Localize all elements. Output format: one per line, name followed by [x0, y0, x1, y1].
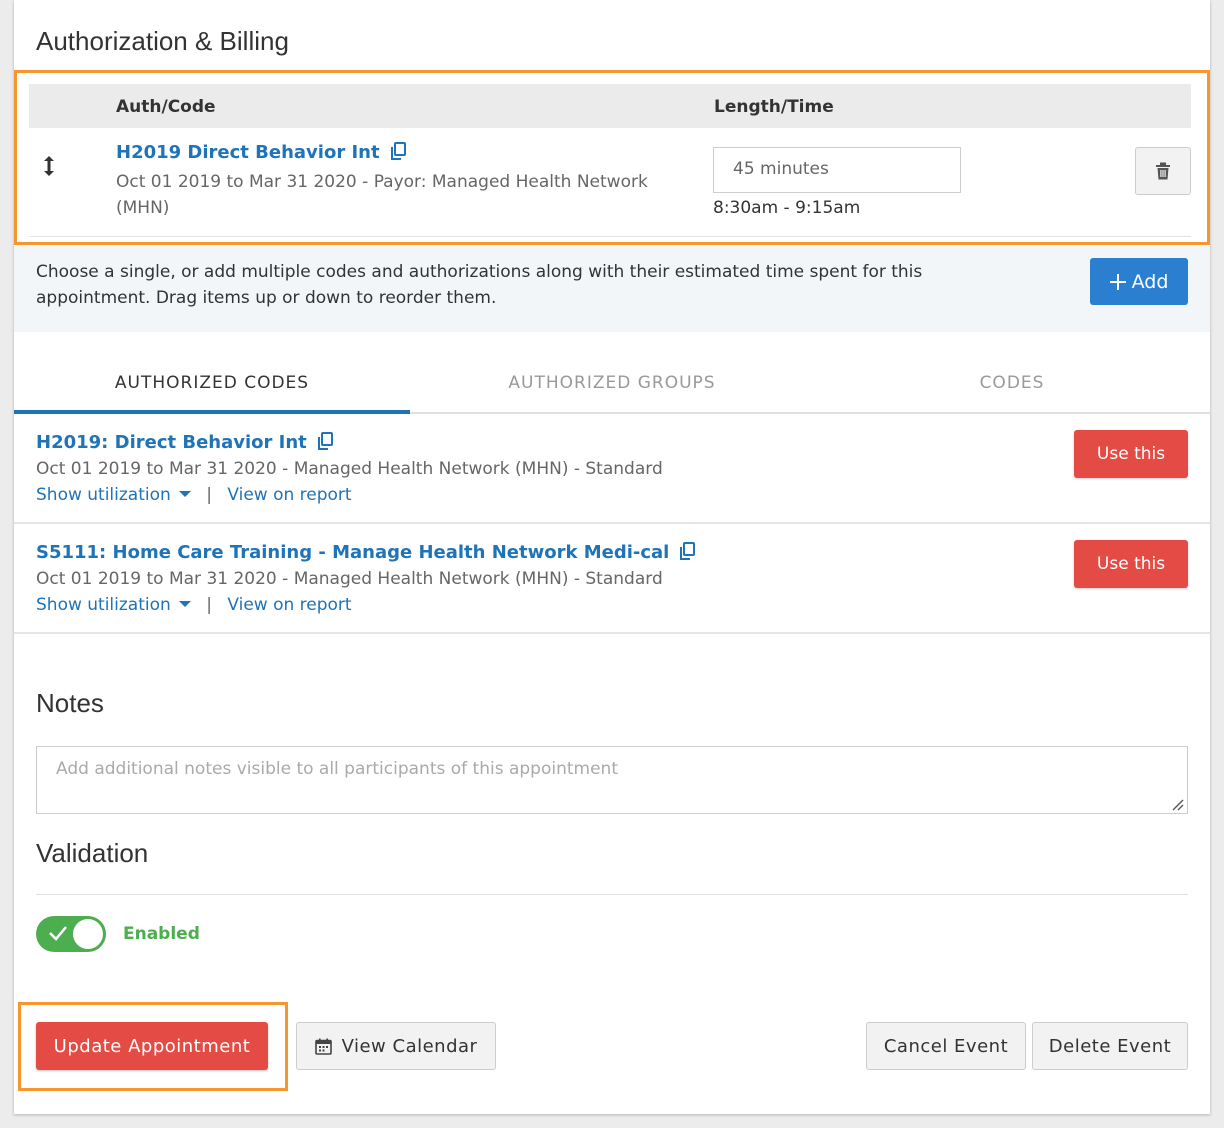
view-on-report-link[interactable]: View on report — [227, 485, 351, 505]
link-separator: | — [206, 595, 212, 615]
code-details: Oct 01 2019 to Mar 31 2020 - Managed Hea… — [36, 569, 663, 589]
section-title-auth-billing: Authorization & Billing — [36, 26, 289, 56]
tab-codes[interactable]: CODES — [814, 352, 1210, 414]
column-header-auth-code: Auth/Code — [116, 97, 216, 117]
section-title-validation: Validation — [36, 838, 149, 868]
calendar-icon — [314, 1038, 332, 1055]
view-on-report-link[interactable]: View on report — [227, 595, 351, 615]
validation-status-label: Enabled — [123, 924, 200, 944]
auth-table-highlight: Auth/Code Length/Time H2019 Direct Behav… — [14, 70, 1210, 245]
code-list-item: S5111: Home Care Training - Manage Healt… — [14, 526, 1210, 634]
auth-details: Oct 01 2019 to Mar 31 2020 - Payor: Mana… — [116, 172, 648, 192]
drag-handle-icon[interactable] — [43, 155, 55, 183]
copy-icon[interactable] — [390, 142, 406, 164]
time-range: 8:30am - 9:15am — [713, 198, 861, 218]
column-header-length-time: Length/Time — [714, 97, 834, 117]
validation-toggle[interactable] — [36, 916, 106, 952]
link-separator: | — [206, 485, 212, 505]
show-utilization-link[interactable]: Show utilization — [36, 485, 171, 505]
auth-hint-bar: Choose a single, or add multiple codes a… — [14, 246, 1210, 332]
length-input[interactable]: 45 minutes — [713, 147, 961, 193]
view-calendar-label: View Calendar — [341, 1035, 478, 1057]
code-tabs: AUTHORIZED CODES AUTHORIZED GROUPS CODES — [14, 352, 1210, 414]
plus-icon — [1109, 273, 1126, 290]
notes-textarea[interactable]: Add additional notes visible to all part… — [36, 746, 1188, 814]
delete-auth-button[interactable] — [1135, 147, 1191, 195]
auth-row[interactable]: H2019 Direct Behavior Int Oct 01 2019 to… — [29, 128, 1191, 237]
appointment-card: Authorization & Billing Auth/Code Length… — [14, 0, 1210, 1114]
auth-code-link[interactable]: H2019 Direct Behavior Int — [116, 142, 380, 163]
caret-down-icon[interactable] — [178, 491, 191, 497]
code-details: Oct 01 2019 to Mar 31 2020 - Managed Hea… — [36, 459, 663, 479]
use-this-button[interactable]: Use this — [1074, 540, 1188, 588]
tab-authorized-groups[interactable]: AUTHORIZED GROUPS — [414, 352, 810, 414]
trash-icon — [1156, 162, 1170, 180]
view-calendar-button[interactable]: View Calendar — [296, 1022, 496, 1070]
cancel-event-button[interactable]: Cancel Event — [866, 1022, 1026, 1070]
code-list-item: H2019: Direct Behavior Int Oct 01 2019 t… — [14, 416, 1210, 524]
caret-down-icon[interactable] — [178, 601, 191, 607]
code-title-link[interactable]: H2019: Direct Behavior Int — [36, 432, 307, 453]
code-title-link[interactable]: S5111: Home Care Training - Manage Healt… — [36, 542, 669, 563]
section-title-notes: Notes — [36, 688, 104, 718]
check-icon — [49, 926, 67, 941]
auth-hint-text: Choose a single, or add multiple codes a… — [36, 262, 923, 308]
copy-icon[interactable] — [680, 542, 696, 564]
resize-handle-icon[interactable] — [1170, 796, 1184, 815]
update-appointment-button[interactable]: Update Appointment — [36, 1022, 268, 1070]
divider — [36, 894, 1188, 895]
auth-table-header: Auth/Code Length/Time — [29, 84, 1191, 128]
tab-authorized-codes[interactable]: AUTHORIZED CODES — [14, 352, 410, 414]
toggle-knob — [73, 919, 103, 949]
use-this-button[interactable]: Use this — [1074, 430, 1188, 478]
add-auth-button[interactable]: Add — [1090, 258, 1188, 305]
auth-details-cont: (MHN) — [116, 198, 170, 218]
add-label: Add — [1131, 270, 1169, 293]
delete-event-button[interactable]: Delete Event — [1032, 1022, 1188, 1070]
show-utilization-link[interactable]: Show utilization — [36, 595, 171, 615]
copy-icon[interactable] — [317, 432, 333, 454]
